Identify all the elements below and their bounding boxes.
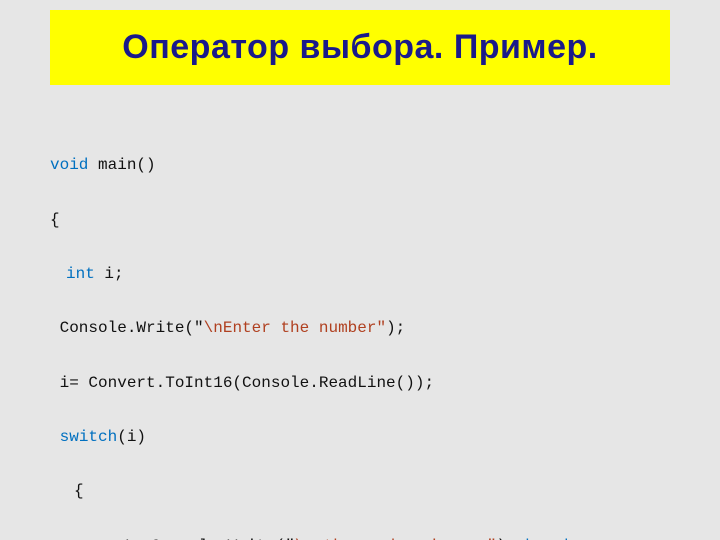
slide: Оператор выбора. Пример. void main() { i… [0, 0, 720, 540]
code-block: void main() { int i; Console.Write("\nEn… [50, 125, 690, 540]
code-text [50, 428, 60, 446]
code-line: void main() [50, 152, 690, 179]
code-line: { [50, 207, 690, 234]
title-bar: Оператор выбора. Пример. [50, 10, 670, 85]
string-literal: \nEnter the number [204, 319, 377, 337]
kw-void: void [50, 156, 88, 174]
code-line: case 1: Console.Write("\n the number is … [50, 533, 690, 540]
code-line: i= Convert.ToInt16(Console.ReadLine()); [50, 370, 690, 397]
quote: " [376, 319, 386, 337]
code-line: switch(i) [50, 424, 690, 451]
code-text: (i) [117, 428, 146, 446]
kw-switch: switch [60, 428, 118, 446]
slide-title: Оператор выбора. Пример. [122, 28, 597, 67]
kw-int: int [66, 265, 95, 283]
code-line: int i; [50, 261, 690, 288]
quote: " [194, 319, 204, 337]
code-text: ); [386, 319, 405, 337]
code-text: Console.Write( [50, 319, 194, 337]
code-line: { [50, 478, 690, 505]
code-text: i; [95, 265, 124, 283]
code-text: main() [88, 156, 155, 174]
code-line: Console.Write("\nEnter the number"); [50, 315, 690, 342]
